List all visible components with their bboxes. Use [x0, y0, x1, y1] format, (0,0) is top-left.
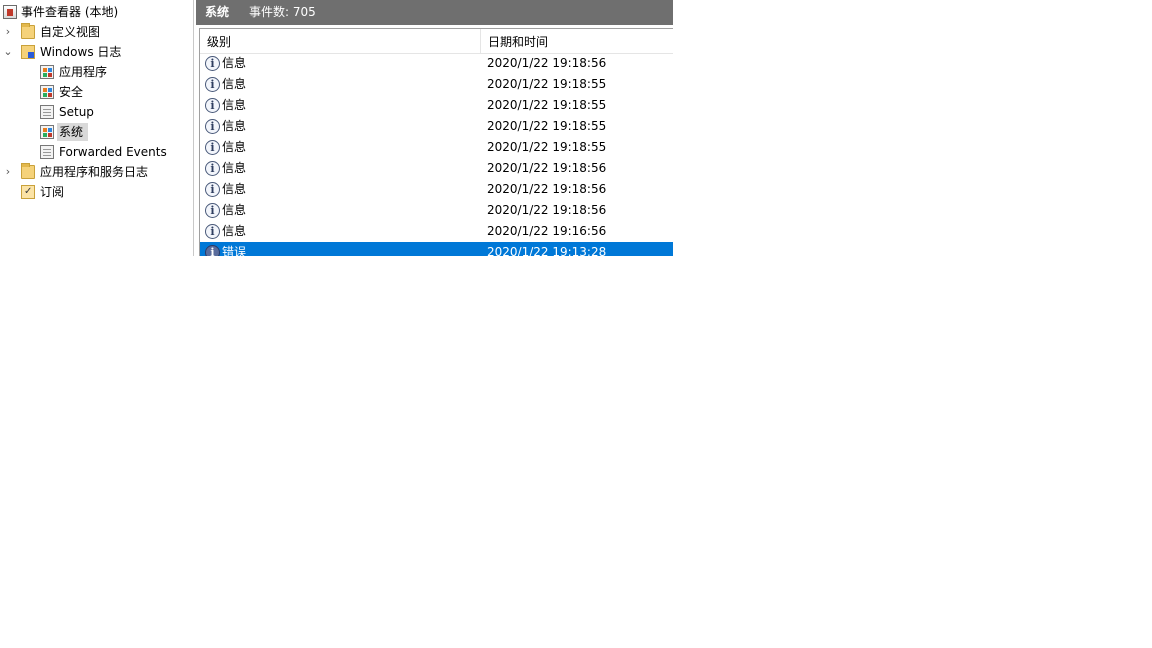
event-log-icon	[40, 125, 54, 139]
tree-item-label: 系统	[57, 123, 88, 141]
grid-header: 级别 日期和时间	[200, 29, 673, 54]
pane-title-bar: 系统 事件数: 705	[196, 0, 673, 25]
datetime-cell: 2020/1/22 19:18:56	[487, 182, 607, 196]
event-list-pane: 系统 事件数: 705 级别 日期和时间 i 信息 2020/1/22 19:1…	[196, 0, 673, 256]
event-grid: 级别 日期和时间 i 信息 2020/1/22 19:18:56 i 信息 20…	[199, 28, 673, 256]
navigation-tree: 事件查看器 (本地) › 自定义视图 ⌄ Windows 日志 应用程序 安全 …	[0, 0, 194, 256]
level-cell: 信息	[222, 203, 247, 217]
level-cell: 信息	[222, 182, 247, 196]
column-header-level[interactable]: 级别	[200, 29, 481, 53]
tree-item-label: 安全	[59, 85, 84, 99]
chevron-right-icon[interactable]: ›	[3, 23, 13, 41]
info-icon: i	[205, 77, 220, 92]
info-icon: i	[205, 224, 220, 239]
tree-item-subscriptions[interactable]: 订阅	[0, 183, 190, 201]
datetime-cell: 2020/1/22 19:18:56	[487, 161, 607, 175]
tree-item-label: 订阅	[40, 185, 65, 199]
tree-item-label: 自定义视图	[40, 25, 101, 39]
datetime-cell: 2020/1/22 19:18:56	[487, 56, 607, 70]
tree-item-system[interactable]: 系统	[0, 123, 190, 141]
info-icon: i	[205, 203, 220, 218]
tree-item-setup[interactable]: Setup	[0, 103, 190, 121]
tree-item-application[interactable]: 应用程序	[0, 63, 190, 81]
level-cell: 信息	[222, 77, 247, 91]
tree-item-custom-views[interactable]: › 自定义视图	[0, 23, 190, 41]
info-icon: i	[205, 161, 220, 176]
info-icon: i	[205, 140, 220, 155]
table-row[interactable]: i 信息 2020/1/22 19:18:56	[200, 200, 673, 221]
event-viewer-icon	[3, 5, 17, 19]
tree-item-label: Windows 日志	[40, 45, 122, 59]
event-count: 事件数: 705	[249, 5, 316, 19]
table-row[interactable]: i 信息 2020/1/22 19:18:55	[200, 95, 673, 116]
level-cell: 信息	[222, 224, 247, 238]
log-icon	[40, 105, 54, 119]
log-icon	[40, 145, 54, 159]
folder-icon	[21, 23, 35, 39]
tree-item-app-service-logs[interactable]: › 应用程序和服务日志	[0, 163, 190, 181]
tree-item-label: 应用程序和服务日志	[40, 165, 149, 179]
chevron-right-icon[interactable]: ›	[3, 163, 13, 181]
datetime-cell: 2020/1/22 19:13:28	[487, 245, 607, 256]
tree-item-label: Setup	[59, 105, 94, 119]
table-row[interactable]: i 信息 2020/1/22 19:18:55	[200, 116, 673, 137]
info-icon: i	[205, 245, 220, 256]
tree-item-forwarded-events[interactable]: Forwarded Events	[0, 143, 190, 161]
datetime-cell: 2020/1/22 19:18:55	[487, 98, 607, 112]
event-log-icon	[40, 65, 54, 79]
info-icon: i	[205, 98, 220, 113]
table-row[interactable]: i 信息 2020/1/22 19:18:56	[200, 179, 673, 200]
table-row[interactable]: i 信息 2020/1/22 19:18:56	[200, 53, 673, 74]
level-cell: 信息	[222, 161, 247, 175]
level-cell: 错误	[222, 245, 247, 256]
level-cell: 信息	[222, 119, 247, 133]
table-row[interactable]: i 信息 2020/1/22 19:18:55	[200, 137, 673, 158]
level-cell: 信息	[222, 140, 247, 154]
tree-item-windows-logs[interactable]: ⌄ Windows 日志	[0, 43, 190, 61]
folder-icon	[21, 163, 35, 179]
tree-item-label: Forwarded Events	[59, 145, 167, 159]
table-row[interactable]: i 信息 2020/1/22 19:16:56	[200, 221, 673, 242]
tree-item-security[interactable]: 安全	[0, 83, 190, 101]
table-row[interactable]: i 信息 2020/1/22 19:18:55	[200, 74, 673, 95]
info-icon: i	[205, 56, 220, 71]
info-icon: i	[205, 119, 220, 134]
info-icon: i	[205, 182, 220, 197]
datetime-cell: 2020/1/22 19:18:55	[487, 77, 607, 91]
pane-title: 系统	[205, 5, 230, 19]
level-cell: 信息	[222, 56, 247, 70]
tree-root-event-viewer[interactable]: 事件查看器 (本地)	[0, 3, 190, 21]
subscription-icon	[21, 183, 35, 201]
level-cell: 信息	[222, 98, 247, 112]
tree-item-label: 应用程序	[59, 65, 108, 79]
table-row-selected[interactable]: i 错误 2020/1/22 19:13:28	[200, 242, 673, 256]
datetime-cell: 2020/1/22 19:18:55	[487, 140, 607, 154]
datetime-cell: 2020/1/22 19:18:55	[487, 119, 607, 133]
datetime-cell: 2020/1/22 19:18:56	[487, 203, 607, 217]
column-header-datetime[interactable]: 日期和时间	[481, 29, 673, 53]
event-log-icon	[40, 85, 54, 99]
folder-icon	[21, 45, 35, 59]
table-row[interactable]: i 信息 2020/1/22 19:18:56	[200, 158, 673, 179]
datetime-cell: 2020/1/22 19:16:56	[487, 224, 607, 238]
chevron-down-icon[interactable]: ⌄	[3, 43, 13, 61]
tree-root-label: 事件查看器 (本地)	[21, 5, 119, 19]
